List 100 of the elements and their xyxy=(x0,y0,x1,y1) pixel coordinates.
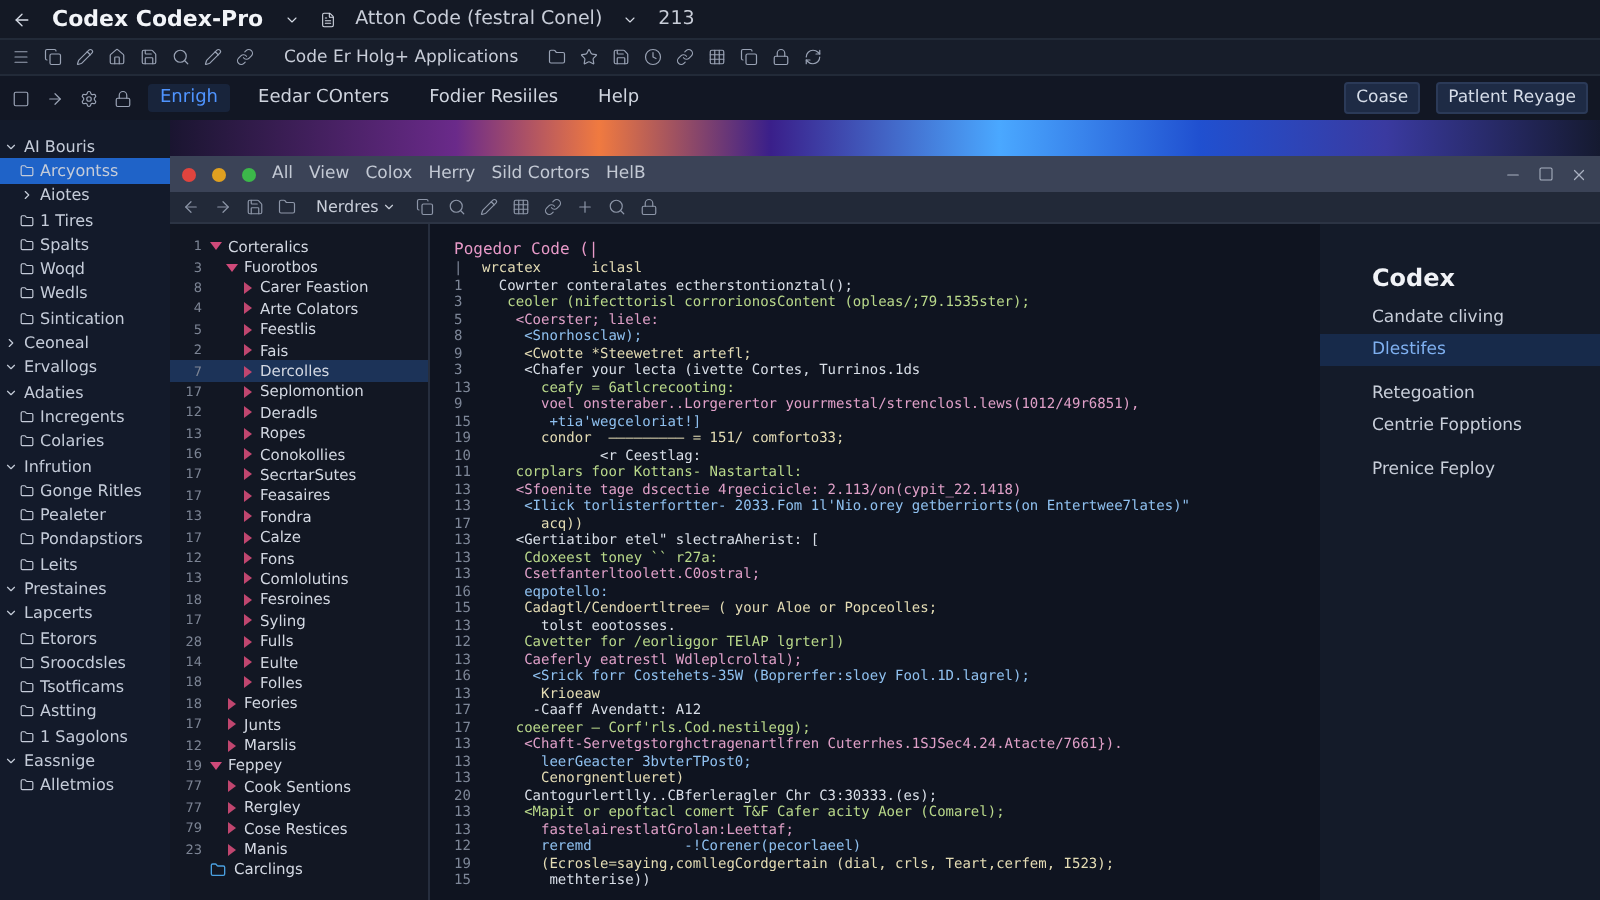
chevron-icon[interactable] xyxy=(4,459,18,473)
lock-icon[interactable] xyxy=(772,48,791,66)
window-menu-item[interactable]: HelB xyxy=(606,164,646,184)
sidebar-item[interactable]: Infrution xyxy=(0,453,170,479)
panel-item[interactable]: Dlestifes xyxy=(1320,334,1600,366)
link-icon[interactable] xyxy=(236,48,254,66)
chevron-icon[interactable] xyxy=(4,336,18,351)
forward-icon[interactable] xyxy=(46,89,64,107)
tab-title[interactable]: Atton Code (festral Conel) xyxy=(355,8,603,30)
copy-icon[interactable] xyxy=(416,198,435,216)
menu-icon[interactable] xyxy=(12,48,30,66)
home-icon[interactable] xyxy=(108,48,126,66)
link-icon[interactable] xyxy=(676,48,695,66)
app-title: Codex Codex-Pro xyxy=(52,6,264,32)
plus-icon[interactable] xyxy=(576,198,595,216)
caret-icon[interactable] xyxy=(210,759,222,772)
menu-tab[interactable]: Fodier Resiiles xyxy=(417,84,571,112)
folder-icon xyxy=(20,262,34,277)
toolbar-button[interactable]: Coase xyxy=(1344,82,1421,114)
close-icon[interactable] xyxy=(1570,165,1588,183)
search-icon[interactable] xyxy=(172,48,190,66)
sidebar-item[interactable]: Aiotes xyxy=(0,183,170,208)
sidebar-item[interactable]: AI Bouris xyxy=(0,134,170,159)
panel-item[interactable]: Retegoation xyxy=(1320,378,1600,410)
save-icon[interactable] xyxy=(612,48,631,66)
sidebar-item[interactable]: Leits xyxy=(0,552,170,577)
chevron-icon[interactable] xyxy=(4,754,18,769)
forward-icon[interactable] xyxy=(214,198,232,216)
window-menu-item[interactable]: Sild Cortors xyxy=(491,164,590,184)
chevron-icon[interactable] xyxy=(4,606,18,621)
sidebar-item[interactable]: Colaries xyxy=(0,429,170,454)
chevron-icon[interactable] xyxy=(4,360,18,375)
refresh-icon[interactable] xyxy=(804,48,823,66)
folder-icon[interactable] xyxy=(548,48,567,66)
lock-icon[interactable] xyxy=(640,198,659,216)
panel-item[interactable]: Centrie Fopptions xyxy=(1320,410,1600,442)
chevron-icon[interactable] xyxy=(4,581,18,596)
caret-icon[interactable] xyxy=(226,261,238,274)
search-icon[interactable] xyxy=(608,198,627,216)
chevron-icon[interactable] xyxy=(4,139,18,154)
window-menu-item[interactable]: Colox xyxy=(365,164,413,184)
menu-tab[interactable]: Enrigh xyxy=(148,84,231,112)
sidebar-item[interactable]: Pealeter xyxy=(0,502,170,528)
sidebar-item[interactable]: Ceoneal xyxy=(0,330,170,356)
sidebar-item[interactable]: Tsotficams xyxy=(0,675,170,700)
search-icon[interactable] xyxy=(448,198,467,216)
clock-icon[interactable] xyxy=(644,48,663,66)
menu-tab[interactable]: Eedar COnters xyxy=(246,84,402,112)
code-title: Pogedor Code (| xyxy=(454,240,601,260)
sidebar-item[interactable]: Spalts xyxy=(0,232,170,257)
sidebar-item[interactable]: Wedls xyxy=(0,281,170,307)
settings-icon[interactable] xyxy=(80,89,98,107)
sidebar-item[interactable]: Alletmios xyxy=(0,773,170,799)
star-icon[interactable] xyxy=(580,48,599,66)
sidebar-item[interactable]: 1 Sagolons xyxy=(0,724,170,749)
maximize-icon[interactable] xyxy=(1538,166,1554,182)
menu-tab[interactable]: Help xyxy=(586,84,652,112)
toolbar-button[interactable]: Patlent Reyage xyxy=(1436,82,1588,114)
sidebar-item[interactable]: Ervallogs xyxy=(0,355,170,380)
maximize-icon[interactable] xyxy=(242,167,256,181)
sidebar-item[interactable]: Astting xyxy=(0,699,170,725)
square-icon[interactable] xyxy=(12,89,30,107)
window-menu-item[interactable]: View xyxy=(309,164,350,184)
sidebar-item[interactable]: Arcyontss xyxy=(0,158,170,184)
chevron-icon[interactable] xyxy=(4,385,18,400)
grid-icon[interactable] xyxy=(708,48,727,66)
sidebar-item[interactable]: Pondapstiors xyxy=(0,527,170,553)
sidebar-item[interactable]: Incregents xyxy=(0,404,170,430)
sidebar-item[interactable]: Etorors xyxy=(0,625,170,651)
sidebar-item[interactable]: Lapcerts xyxy=(0,601,170,626)
sidebar-item[interactable]: Sroocdsles xyxy=(0,650,170,676)
pencil-icon[interactable] xyxy=(76,48,94,66)
chevron-icon[interactable] xyxy=(20,188,34,203)
lock-icon[interactable] xyxy=(114,89,132,107)
save-icon[interactable] xyxy=(140,48,158,66)
view-dropdown[interactable]: Nerdres xyxy=(310,198,403,216)
save-icon[interactable] xyxy=(246,198,264,216)
pencil-icon[interactable] xyxy=(204,48,222,66)
minimize-icon[interactable] xyxy=(212,167,226,181)
sidebar-item[interactable]: Woqd xyxy=(0,256,170,282)
sidebar-item[interactable]: Prestaines xyxy=(0,576,170,602)
pencil-icon[interactable] xyxy=(480,198,499,216)
caret-icon[interactable] xyxy=(210,240,222,253)
copy-icon[interactable] xyxy=(740,48,759,66)
file-icon[interactable] xyxy=(319,11,336,27)
folder-icon[interactable] xyxy=(278,198,296,216)
copy-icon[interactable] xyxy=(44,48,62,66)
window-menu-item[interactable]: Herry xyxy=(428,164,476,184)
grid-icon[interactable] xyxy=(512,198,531,216)
sidebar-item[interactable]: 1 Tires xyxy=(0,207,170,233)
panel-item[interactable]: Prenice Feploy xyxy=(1320,454,1600,486)
panel-item[interactable]: Candate cliving xyxy=(1320,302,1600,334)
sidebar-item[interactable]: Gonge Ritles xyxy=(0,478,170,503)
window-menu-item[interactable]: All xyxy=(272,164,294,184)
sidebar-item[interactable]: Sintication xyxy=(0,306,170,331)
sidebar-item[interactable]: Adaties xyxy=(0,379,170,405)
code-editor[interactable] xyxy=(430,224,1320,900)
link-icon[interactable] xyxy=(544,198,563,216)
back-icon[interactable] xyxy=(12,9,32,29)
sidebar-item[interactable]: Eassnige xyxy=(0,748,170,774)
